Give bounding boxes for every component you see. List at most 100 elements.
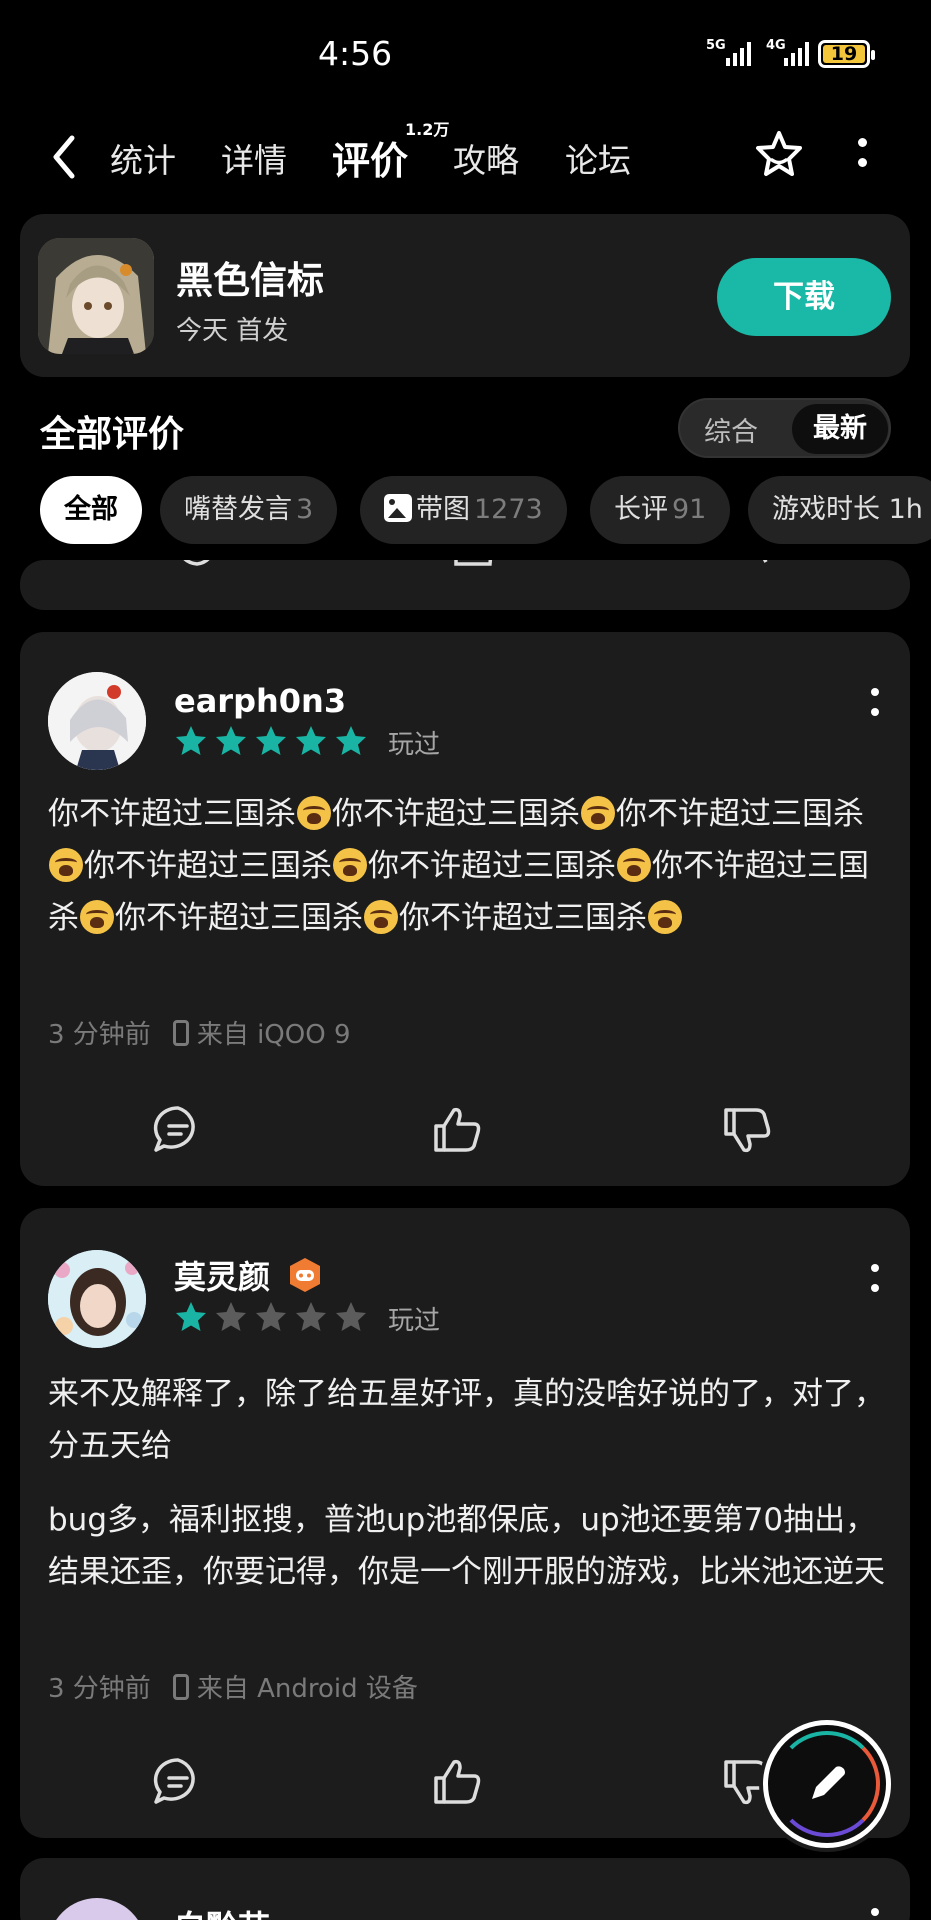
thumbs-down-icon[interactable] <box>720 1102 776 1158</box>
star-empty-icon <box>256 1302 286 1331</box>
top-nav: 统计 详情 评价 1.2万 攻略 论坛 <box>0 110 931 205</box>
review-paragraph-2: bug多，福利抠搜，普池up池都保底，up池还要第70抽出，结果还歪，你要记得，… <box>48 1502 885 1590</box>
review-meta: 3 分钟前 来自 Android 设备 <box>48 1668 418 1705</box>
chip-label: 长评 <box>614 494 668 525</box>
crying-emoji-icon <box>297 796 331 830</box>
signal-bars-icon <box>784 40 809 66</box>
chip-count: 1273 <box>474 494 543 525</box>
thumbs-up-icon[interactable] <box>452 560 498 576</box>
chip-label: 游戏时长 1h <box>772 494 923 525</box>
review-username[interactable]: 莫灵颜 <box>174 1252 270 1298</box>
sort-option-overall[interactable]: 综合 <box>704 410 758 449</box>
review-actions <box>20 1102 910 1162</box>
star-rating <box>174 1300 368 1334</box>
phone-icon <box>172 1673 189 1700</box>
star-empty-icon <box>216 1302 246 1331</box>
review-more-icon[interactable] <box>868 1264 882 1304</box>
crying-emoji-icon <box>617 848 651 882</box>
game-header-card: 黑色信标 今天 首发 下载 <box>20 214 910 377</box>
filter-chip-with-images[interactable]: 带图 1273 <box>360 476 567 544</box>
filter-chips: 全部 嘴替发言 3 带图 1273 长评 91 游戏时长 1h <box>0 476 931 544</box>
image-icon <box>384 494 412 522</box>
pen-icon <box>812 1766 845 1799</box>
star-filled-icon <box>176 726 206 755</box>
crying-emoji-icon <box>333 848 367 882</box>
star-filled-icon <box>176 1302 206 1331</box>
phone-icon <box>172 1019 189 1046</box>
review-card-partial <box>20 560 910 610</box>
star-empty-icon <box>336 1302 366 1331</box>
player-badge-icon <box>290 1258 320 1292</box>
review-more-icon[interactable] <box>868 688 882 728</box>
sort-toggle: 综合 最新 <box>678 398 891 458</box>
review-text-segment: 你不许超过三国杀 <box>84 848 332 884</box>
status-time: 4:56 <box>318 34 393 73</box>
comment-icon[interactable] <box>150 1102 206 1158</box>
more-menu-icon[interactable] <box>854 138 870 178</box>
tab-stats[interactable]: 统计 <box>110 134 176 182</box>
tab-guides[interactable]: 攻略 <box>453 134 519 182</box>
tab-forum[interactable]: 论坛 <box>565 134 631 182</box>
star-filled-icon <box>216 726 246 755</box>
battery-level: 19 <box>823 45 865 64</box>
play-status: 玩过 <box>388 1306 441 1336</box>
tab-reviews-count: 1.2万 <box>405 120 450 139</box>
chip-label: 全部 <box>64 494 118 525</box>
section-title: 全部评价 <box>40 414 185 455</box>
crying-emoji-icon <box>49 848 83 882</box>
review-time: 3 分钟前 <box>48 1674 151 1704</box>
review-text-segment: 你不许超过三国杀 <box>115 900 363 936</box>
game-subtitle: 今天 首发 <box>176 316 289 346</box>
review-card-partial: 白黔苗 <box>20 1858 910 1920</box>
review-text-segment: 你不许超过三国杀 <box>616 796 864 832</box>
star-rating <box>174 724 368 758</box>
filter-chip-quotes[interactable]: 嘴替发言 3 <box>160 476 338 544</box>
play-status: 玩过 <box>388 730 441 760</box>
review-card: earph0n3 玩过 你不许超过三国杀 你不许超过三国杀 你不许超过三国杀你不许超… <box>20 632 910 1186</box>
review-more-icon[interactable] <box>868 1908 882 1920</box>
sort-option-latest[interactable]: 最新 <box>792 404 888 454</box>
chip-label: 带图 <box>416 494 470 525</box>
comment-icon[interactable] <box>174 560 220 576</box>
status-bar: 4:56 5G 4G 19 <box>0 0 931 110</box>
avatar[interactable] <box>48 1250 146 1348</box>
review-username[interactable]: 白黔苗 <box>174 1902 270 1920</box>
chip-label: 嘴替发言 <box>184 494 292 525</box>
game-title: 黑色信标 <box>176 259 324 302</box>
avatar[interactable] <box>48 1898 146 1920</box>
star-filled-icon <box>256 726 286 755</box>
review-text-segment: 你不许超过三国杀 <box>368 848 616 884</box>
battery-icon: 19 <box>818 40 875 68</box>
review-device: 来自 iQOO 9 <box>196 1020 351 1050</box>
filter-chip-long-review[interactable]: 长评 91 <box>590 476 731 544</box>
signal-bars-icon <box>726 40 751 66</box>
review-text-segment: 你不许超过三国杀 <box>332 796 580 832</box>
tab-details[interactable]: 详情 <box>221 134 287 182</box>
avatar[interactable] <box>48 672 146 770</box>
thumbs-down-icon[interactable] <box>740 560 786 576</box>
review-paragraph-1: 来不及解释了，除了给五星好评，真的没啥好说的了，对了，分五天给 <box>48 1376 885 1464</box>
review-username[interactable]: earph0n3 <box>174 682 346 720</box>
signal-label-5g: 5G <box>706 38 726 53</box>
thumbs-up-icon[interactable] <box>430 1102 486 1158</box>
back-arrow-icon[interactable] <box>46 132 82 182</box>
chip-count: 91 <box>672 494 707 525</box>
star-filled-icon <box>336 726 366 755</box>
review-device: 来自 Android 设备 <box>196 1674 418 1704</box>
review-body: 你不许超过三国杀 你不许超过三国杀 你不许超过三国杀你不许超过三国杀 你不许超过三国杀… <box>48 788 898 944</box>
thumbs-up-icon[interactable] <box>430 1754 486 1810</box>
review-meta: 3 分钟前 来自 iQOO 9 <box>48 1014 351 1051</box>
favorite-star-icon[interactable] <box>752 128 806 182</box>
write-review-button[interactable] <box>763 1720 891 1848</box>
crying-emoji-icon <box>581 796 615 830</box>
filter-chip-all[interactable]: 全部 <box>40 476 142 544</box>
review-text-segment: 你不许超过三国杀 <box>48 796 296 832</box>
crying-emoji-icon <box>364 900 398 934</box>
star-filled-icon <box>296 726 326 755</box>
download-button[interactable]: 下载 <box>717 258 891 336</box>
tab-reviews[interactable]: 评价 <box>332 130 408 185</box>
crying-emoji-icon <box>80 900 114 934</box>
filter-chip-playtime[interactable]: 游戏时长 1h <box>748 476 931 544</box>
comment-icon[interactable] <box>150 1754 206 1810</box>
star-empty-icon <box>296 1302 326 1331</box>
